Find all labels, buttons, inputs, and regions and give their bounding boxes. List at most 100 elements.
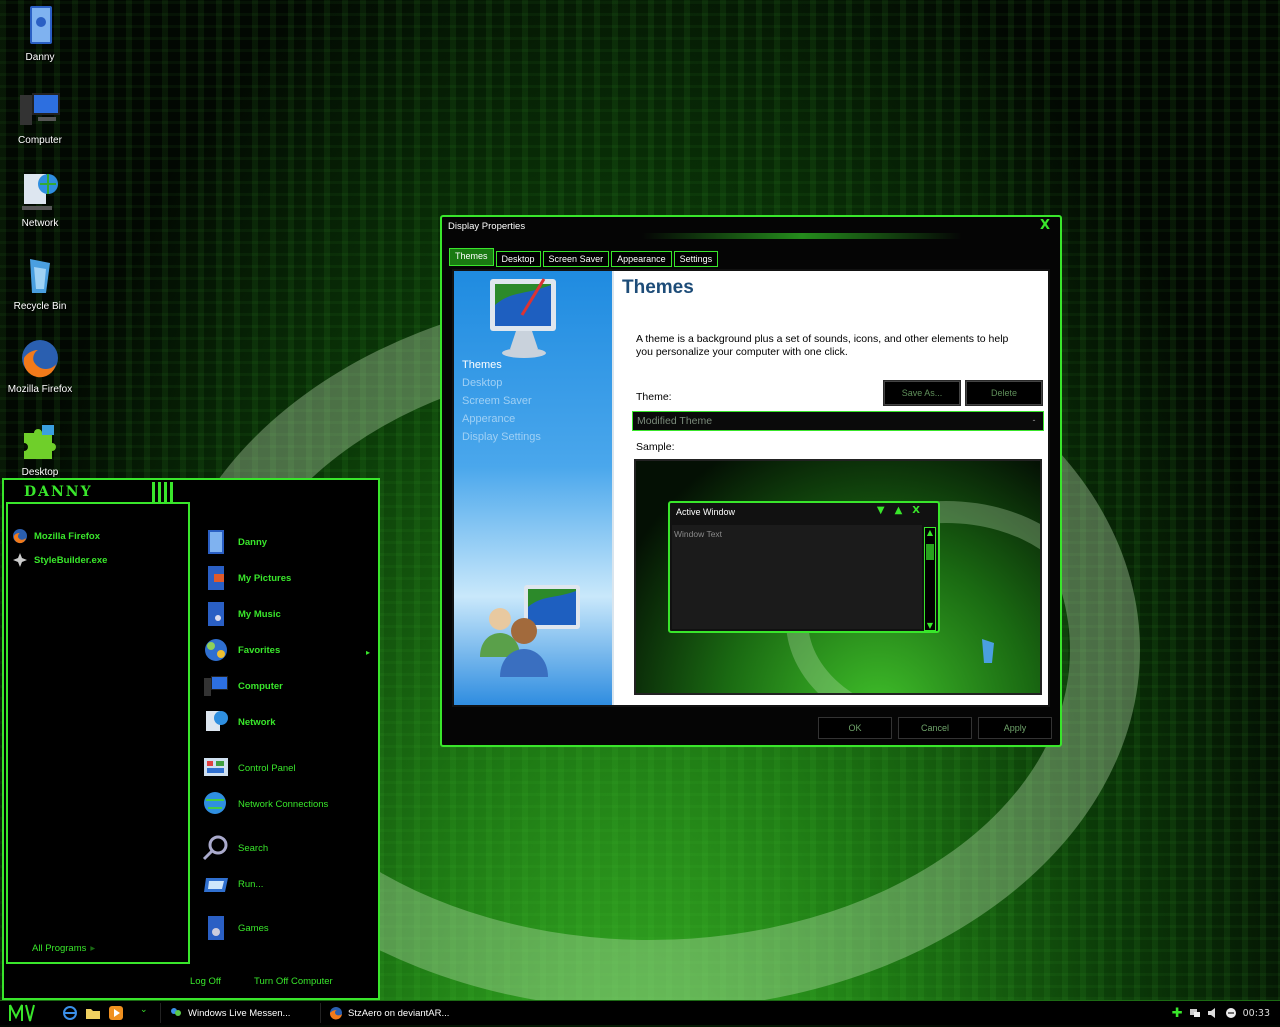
sample-scrollbar: ▲ ▼ [924,527,936,631]
place-favorites[interactable]: Favorites [202,636,280,664]
page-title: Themes [622,277,694,298]
user-folder-icon [30,6,52,44]
place-my-pictures[interactable]: My Pictures [202,564,291,592]
search-icon [202,835,228,861]
turn-off-button[interactable]: Turn Off Computer [254,976,333,987]
tab-settings[interactable]: Settings [673,251,719,267]
pinned-firefox[interactable]: Mozilla Firefox [12,528,100,544]
tab-screen-saver[interactable]: Screen Saver [542,251,610,267]
status-circle-icon[interactable] [1225,1007,1237,1019]
user-avatar [152,482,176,502]
plus-icon[interactable]: ✚ [1172,1006,1183,1021]
stylebuilder-icon [13,553,27,567]
side-separator [612,271,614,705]
desktop-icon-firefox[interactable]: Mozilla Firefox [0,336,80,395]
arrow-right-icon: ▸ [90,943,96,954]
sample-active-window: Active Window ▼▲X Window Text ▲ ▼ [668,501,940,633]
display-properties-window: Display Properties X Themes Desktop Scre… [440,215,1062,747]
system-tray: ✚ 00:33 [1172,1003,1280,1023]
side-pane: Themes Desktop Screem Saver Apperance Di… [454,271,612,705]
sample-window-text: Window Text [674,529,723,539]
taskbar-button-messenger[interactable]: Windows Live Messen... [160,1003,320,1023]
place-games[interactable]: Games [202,914,269,942]
pinned-programs: Mozilla Firefox StyleBuilder.exe All Pro… [6,502,190,964]
computer-icon [20,93,60,125]
place-danny[interactable]: Danny [202,528,267,556]
firefox-icon [13,529,27,544]
recycle-bin-icon [30,259,50,293]
puzzle-icon [24,425,56,459]
desktop-icon-network[interactable]: Network [0,170,80,229]
taskbar: ⌄ Windows Live Messen... StzAero on devi… [0,1000,1280,1025]
desktop-icon-danny[interactable]: Danny [0,4,80,63]
cancel-button[interactable]: Cancel [898,717,972,739]
desktop-icon-recycle-bin[interactable]: Recycle Bin [0,253,80,312]
favorites-icon [205,639,227,661]
chevron-down-icon[interactable]: - [1027,414,1041,428]
sample-window-body: Window Text [672,525,922,629]
place-computer[interactable]: Computer [202,672,283,700]
media-player-icon[interactable] [108,1005,124,1021]
folder-icon[interactable] [85,1005,101,1021]
place-run[interactable]: Run... [202,870,263,898]
network-status-icon[interactable] [1189,1007,1201,1019]
side-link-display-settings[interactable]: Display Settings [462,431,541,443]
scroll-thumb [926,544,934,560]
theme-description: A theme is a background plus a set of so… [636,333,1009,358]
titlebar-glow [642,233,962,239]
games-icon [208,916,224,940]
place-network-connections[interactable]: Network Connections [202,790,328,818]
sample-window-title: Active Window [676,507,736,517]
save-as-button[interactable]: Save As... [883,380,961,406]
theme-dropdown[interactable]: Modified Theme - [632,411,1044,431]
log-off-button[interactable]: Log Off [190,976,221,987]
scroll-down-icon: ▼ [926,621,934,630]
firefox-icon [329,1007,342,1020]
taskbar-button-firefox[interactable]: StzAero on deviantAR... [320,1003,480,1023]
tab-desktop[interactable]: Desktop [495,251,541,267]
theme-sample-preview: Active Window ▼▲X Window Text ▲ ▼ [634,459,1042,695]
network-icon [22,174,58,210]
themes-panel: Themes Desktop Screem Saver Apperance Di… [452,269,1050,707]
place-search[interactable]: Search [202,834,268,862]
sample-label: Sample: [636,441,675,453]
start-logo-icon [9,1004,35,1022]
side-link-screen-saver[interactable]: Screem Saver [462,395,532,407]
volume-icon[interactable] [1207,1007,1219,1019]
messenger-icon [171,1008,181,1016]
delete-button[interactable]: Delete [965,380,1043,406]
favorites-submenu-arrow-icon: ▸ [366,648,371,657]
side-link-themes[interactable]: Themes [462,359,502,371]
network-icon [206,711,228,731]
user-folder-icon [208,530,224,554]
place-my-music[interactable]: My Music [202,600,281,628]
side-link-appearance[interactable]: Apperance [462,413,515,425]
sample-desktop-icon [982,639,994,663]
desktop-icon-desktop[interactable]: Desktop [0,419,80,478]
side-link-desktop[interactable]: Desktop [462,377,502,389]
all-programs-button[interactable]: All Programs ▸ [32,943,95,954]
computer-icon [204,676,228,696]
apply-button[interactable]: Apply [978,717,1052,739]
user-name: DANNY [24,484,93,500]
close-icon[interactable]: X [1040,218,1050,233]
start-button[interactable] [8,1003,38,1023]
desktop-icon-computer[interactable]: Computer [0,87,80,146]
clock[interactable]: 00:33 [1243,1008,1270,1019]
place-network[interactable]: Network [202,708,275,736]
tab-themes[interactable]: Themes [449,248,494,266]
music-folder-icon [208,602,224,626]
firefox-icon [22,340,58,378]
internet-explorer-icon[interactable] [62,1005,78,1021]
sample-window-controls: ▼▲X [876,505,930,516]
scroll-up-icon: ▲ [926,528,934,537]
start-menu: DANNY Mozilla Firefox StyleBuilder.exe A… [2,478,380,1000]
theme-dropdown-value: Modified Theme [637,415,713,427]
tab-appearance[interactable]: Appearance [611,251,672,267]
window-title: Display Properties [448,221,526,232]
place-control-panel[interactable]: Control Panel [202,754,296,782]
ok-button[interactable]: OK [818,717,892,739]
run-icon [204,878,228,892]
pinned-stylebuilder[interactable]: StyleBuilder.exe [12,552,107,568]
quick-launch-chevron-icon[interactable]: ⌄ [140,1005,156,1021]
